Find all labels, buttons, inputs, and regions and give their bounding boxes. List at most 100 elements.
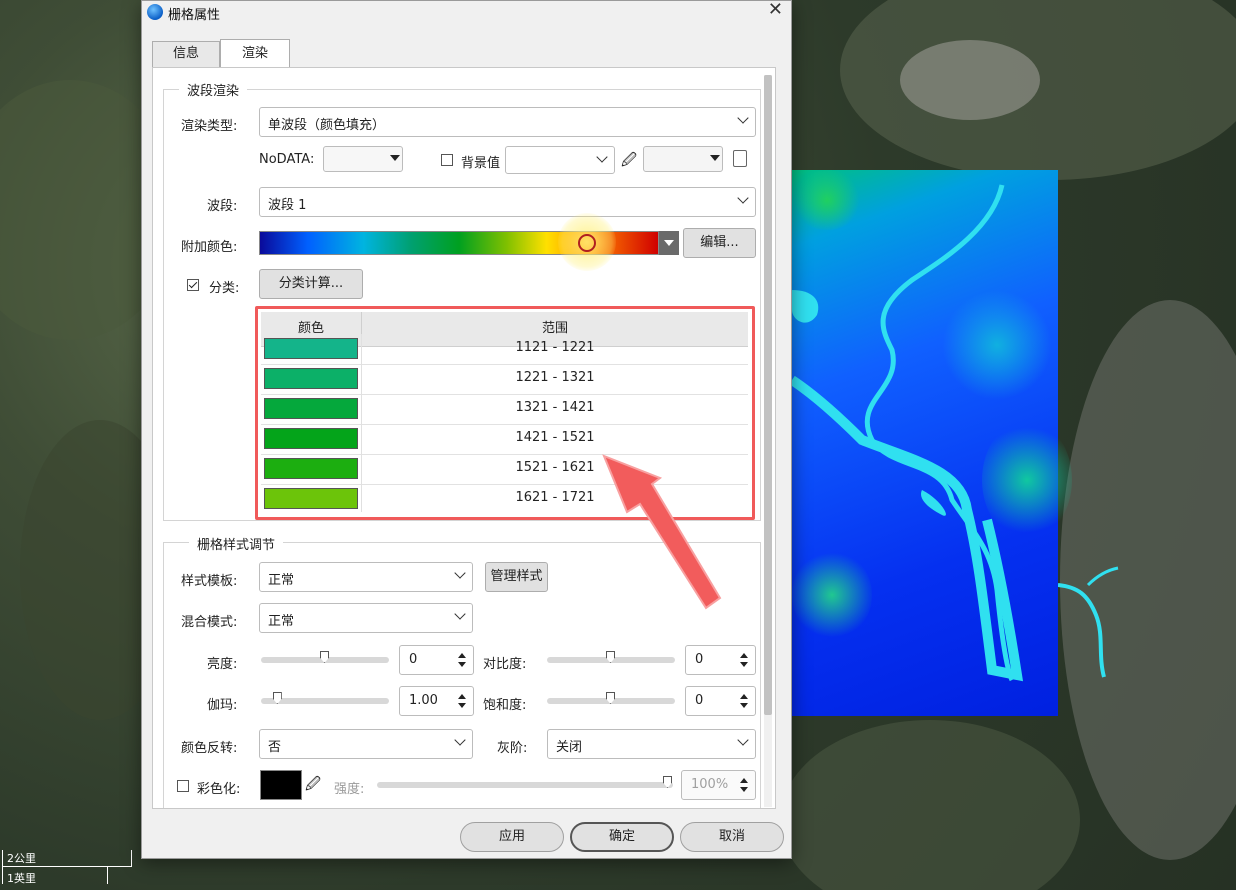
title-bar[interactable]: 栅格属性 ✕ bbox=[142, 0, 791, 23]
decrement-icon[interactable] bbox=[740, 662, 748, 667]
style-adjust-title: 栅格样式调节 bbox=[189, 534, 284, 553]
table-row[interactable]: 1121 - 1221 bbox=[261, 334, 748, 365]
saturation-label: 饱和度: bbox=[483, 698, 527, 713]
scale-imperial: 1英里 bbox=[7, 872, 36, 885]
brightness-spinbox[interactable]: 0 bbox=[399, 645, 474, 675]
colorize-checkbox[interactable] bbox=[177, 780, 189, 792]
table-row[interactable]: 1521 - 1621 bbox=[261, 454, 748, 485]
color-swatch[interactable] bbox=[264, 338, 358, 359]
band-select[interactable]: 波段 1 bbox=[259, 187, 756, 217]
range-cell: 1221 - 1321 bbox=[515, 370, 595, 385]
increment-icon[interactable] bbox=[458, 694, 466, 699]
dialog-title: 栅格属性 bbox=[168, 8, 221, 23]
table-row[interactable]: 1421 - 1521 bbox=[261, 424, 748, 455]
intensity-label: 强度: bbox=[334, 782, 365, 797]
classify-checkbox[interactable] bbox=[187, 279, 199, 291]
nodata-color-picker[interactable] bbox=[323, 146, 403, 172]
apply-button[interactable]: 应用 bbox=[460, 822, 564, 852]
range-cell: 1121 - 1221 bbox=[515, 340, 595, 355]
edit-ramp-button[interactable]: 编辑... bbox=[683, 228, 756, 258]
decrement-icon[interactable] bbox=[740, 703, 748, 708]
invert-select[interactable]: 否 bbox=[259, 729, 473, 759]
intensity-spinbox[interactable]: 100% bbox=[681, 770, 756, 800]
raster-properties-dialog: 栅格属性 ✕ 信息 渲染 波段渲染 渲染类型: 单波段（颜色填充） NoDATA… bbox=[141, 0, 792, 859]
grayscale-select[interactable]: 关闭 bbox=[547, 729, 756, 759]
color-swatch[interactable] bbox=[264, 368, 358, 389]
intensity-slider[interactable] bbox=[377, 782, 673, 788]
color-swatch[interactable] bbox=[264, 428, 358, 449]
render-type-select[interactable]: 单波段（颜色填充） bbox=[259, 107, 756, 137]
table-row[interactable]: 1621 - 1721 bbox=[261, 484, 748, 512]
panel-scrollbar[interactable] bbox=[764, 75, 772, 807]
eyedropper-icon[interactable]: 🖉 bbox=[621, 150, 637, 175]
nodata-label: NoDATA: bbox=[259, 152, 315, 167]
background-color-picker[interactable] bbox=[643, 146, 723, 172]
increment-icon[interactable] bbox=[740, 653, 748, 658]
dropdown-arrow-icon bbox=[390, 155, 400, 161]
invert-label: 颜色反转: bbox=[181, 741, 238, 756]
range-cell: 1321 - 1421 bbox=[515, 400, 595, 415]
chevron-down-icon bbox=[454, 734, 466, 746]
increment-icon[interactable] bbox=[740, 694, 748, 699]
chevron-down-icon bbox=[596, 151, 608, 163]
eyedropper-icon[interactable]: 🖉 bbox=[305, 774, 321, 799]
background-label: 背景值 bbox=[461, 156, 501, 171]
template-label: 样式模板: bbox=[181, 574, 238, 589]
contrast-label: 对比度: bbox=[483, 657, 527, 672]
scale-metric: 2公里 bbox=[7, 852, 36, 865]
increment-icon[interactable] bbox=[740, 778, 748, 783]
table-row[interactable]: 1221 - 1321 bbox=[261, 364, 748, 395]
background-value-select[interactable] bbox=[505, 146, 615, 174]
template-select[interactable]: 正常 bbox=[259, 562, 473, 592]
contrast-spinbox[interactable]: 0 bbox=[685, 645, 756, 675]
dropdown-arrow-icon bbox=[710, 155, 720, 161]
panel-scroll-thumb[interactable] bbox=[764, 75, 772, 715]
class-table-highlight: 颜色 范围 1121 - 1221 1221 - 1321 1321 - 1421 1… bbox=[255, 306, 755, 520]
color-ramp-label: 附加颜色: bbox=[181, 240, 238, 255]
range-cell: 1421 - 1521 bbox=[515, 430, 595, 445]
color-ramp-dropdown[interactable] bbox=[659, 231, 679, 255]
decrement-icon[interactable] bbox=[458, 662, 466, 667]
chevron-down-icon bbox=[454, 567, 466, 579]
brightness-label: 亮度: bbox=[207, 657, 238, 672]
range-cell: 1521 - 1621 bbox=[515, 460, 595, 475]
class-table[interactable]: 颜色 范围 1121 - 1221 1221 - 1321 1321 - 1421 1… bbox=[261, 312, 748, 512]
chevron-down-icon bbox=[737, 192, 749, 204]
decrement-icon[interactable] bbox=[458, 703, 466, 708]
tab-info[interactable]: 信息 bbox=[152, 41, 220, 67]
edit-file-icon[interactable] bbox=[733, 150, 747, 167]
manage-style-button[interactable]: 管理样式 bbox=[485, 562, 548, 592]
chevron-down-icon bbox=[737, 112, 749, 124]
color-swatch[interactable] bbox=[264, 458, 358, 479]
classify-label: 分类: bbox=[209, 281, 240, 296]
table-row[interactable]: 1321 - 1421 bbox=[261, 394, 748, 425]
render-panel: 波段渲染 渲染类型: 单波段（颜色填充） NoDATA: 背景值 🖉 波段: 波… bbox=[152, 67, 776, 809]
range-cell: 1621 - 1721 bbox=[515, 490, 595, 505]
colorize-color-swatch[interactable] bbox=[260, 770, 302, 800]
gamma-spinbox[interactable]: 1.00 bbox=[399, 686, 474, 716]
band-render-title: 波段渲染 bbox=[179, 80, 248, 99]
color-swatch[interactable] bbox=[264, 398, 358, 419]
app-logo-icon bbox=[147, 4, 163, 20]
tab-render[interactable]: 渲染 bbox=[220, 39, 290, 67]
chevron-down-icon bbox=[737, 734, 749, 746]
grayscale-label: 灰阶: bbox=[497, 741, 528, 756]
render-type-label: 渲染类型: bbox=[181, 119, 238, 134]
scale-bar: 2公里 1英里 bbox=[2, 848, 134, 886]
cursor-icon bbox=[578, 234, 596, 252]
colorize-label: 彩色化: bbox=[197, 782, 241, 797]
cancel-button[interactable]: 取消 bbox=[680, 822, 784, 852]
ok-button[interactable]: 确定 bbox=[570, 822, 674, 852]
background-checkbox[interactable] bbox=[441, 154, 453, 166]
dem-raster-layer bbox=[792, 170, 1072, 716]
color-swatch[interactable] bbox=[264, 488, 358, 509]
blend-label: 混合模式: bbox=[181, 615, 238, 630]
band-label: 波段: bbox=[207, 199, 238, 214]
decrement-icon[interactable] bbox=[740, 787, 748, 792]
chevron-down-icon bbox=[454, 608, 466, 620]
saturation-spinbox[interactable]: 0 bbox=[685, 686, 756, 716]
blend-select[interactable]: 正常 bbox=[259, 603, 473, 633]
close-icon[interactable]: ✕ bbox=[768, 0, 783, 20]
increment-icon[interactable] bbox=[458, 653, 466, 658]
classify-compute-button[interactable]: 分类计算... bbox=[259, 269, 363, 299]
